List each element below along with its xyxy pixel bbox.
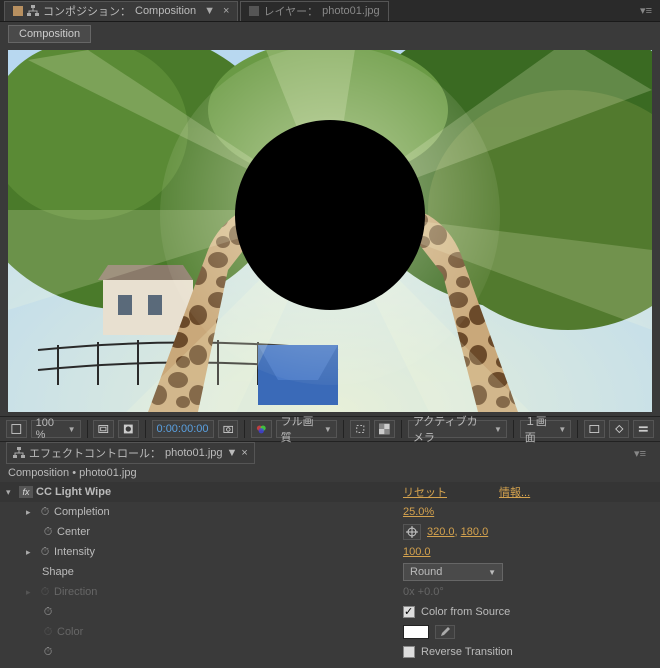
- panel-menu-icon[interactable]: ▾≡: [626, 447, 654, 460]
- color-from-source-label: Color from Source: [421, 606, 510, 618]
- dropdown-arrow-icon: ▼: [68, 425, 76, 434]
- dropdown-arrow-icon[interactable]: ▼: [227, 447, 238, 459]
- panel-menu-icon[interactable]: ▾≡: [632, 4, 660, 17]
- eyedropper-button[interactable]: [435, 625, 455, 639]
- effect-name[interactable]: CC Light Wipe: [36, 486, 111, 498]
- close-icon[interactable]: ×: [241, 447, 247, 459]
- composition-breadcrumb-row: Composition: [0, 22, 660, 46]
- reverse-transition-label: Reverse Transition: [421, 646, 513, 658]
- breadcrumb-chip[interactable]: Composition: [8, 25, 91, 43]
- dropdown-arrow-icon: ▼: [558, 425, 566, 434]
- color-from-source-row: ⏱ Color from Source: [0, 602, 660, 622]
- direction-value: 0x +0.0°: [403, 586, 444, 598]
- stopwatch-icon[interactable]: ⏱: [42, 646, 54, 658]
- composition-viewer[interactable]: [8, 50, 652, 412]
- dropdown-arrow-icon: ▼: [324, 425, 332, 434]
- effect-controls-tab[interactable]: エフェクトコントロール： photo01.jpg ▼ ×: [6, 442, 255, 464]
- snapshot-button[interactable]: [218, 420, 239, 438]
- center-x-value[interactable]: 320.0: [427, 526, 455, 538]
- resolution-value: フル画質: [281, 413, 318, 445]
- composition-color-swatch: [13, 6, 23, 16]
- zoom-value: 100 %: [36, 417, 62, 441]
- fx-badge-icon[interactable]: fx: [19, 486, 33, 498]
- layer-tab-name: photo01.jpg: [322, 5, 380, 17]
- color-swatch[interactable]: [403, 625, 429, 639]
- effect-header-row: ▾ fx CC Light Wipe リセット 情報...: [0, 482, 660, 502]
- color-label: Color: [57, 626, 83, 638]
- preview-image: [8, 50, 652, 412]
- timecode-field[interactable]: 0:00:00:00: [152, 420, 214, 438]
- effects-tab-name: photo01.jpg: [165, 447, 223, 459]
- fast-previews-button[interactable]: [609, 420, 630, 438]
- layer-color-swatch: [249, 6, 259, 16]
- twirl-right-icon: ▸: [26, 587, 36, 598]
- shape-row: Shape Round ▼: [0, 562, 660, 582]
- shape-select[interactable]: Round ▼: [403, 563, 503, 581]
- composition-tab[interactable]: コンポジション： Composition ▼ ×: [4, 1, 238, 21]
- direction-label: Direction: [54, 586, 97, 598]
- center-row: ⏱ Center 320.0, 180.0: [0, 522, 660, 542]
- layer-tab-prefix: レイヤー：: [263, 3, 318, 19]
- reverse-transition-checkbox[interactable]: [403, 646, 415, 658]
- zoom-select[interactable]: 100 % ▼: [31, 420, 81, 438]
- pixel-aspect-button[interactable]: [584, 420, 605, 438]
- close-icon[interactable]: ×: [223, 5, 229, 17]
- viewer-toolbar: 100 %▼ 0:00:00:00 フル画質▼ アクティブカメラ▼ １画面▼: [0, 416, 660, 442]
- camera-select[interactable]: アクティブカメラ▼: [408, 420, 507, 438]
- stopwatch-icon[interactable]: ⏱: [39, 546, 51, 558]
- camera-value: アクティブカメラ: [413, 413, 488, 445]
- composition-tab-prefix: コンポジション：: [43, 3, 131, 19]
- channel-button[interactable]: [251, 420, 272, 438]
- intensity-row: ▸ ⏱ Intensity 100.0: [0, 542, 660, 562]
- dropdown-arrow-icon: ▼: [488, 568, 496, 577]
- center-label: Center: [57, 526, 90, 538]
- center-y-value[interactable]: 180.0: [461, 526, 489, 538]
- resolution-select[interactable]: フル画質▼: [276, 420, 337, 438]
- dropdown-arrow-icon: ▼: [494, 425, 502, 434]
- views-select[interactable]: １画面▼: [520, 420, 572, 438]
- shape-value: Round: [410, 566, 442, 578]
- intensity-label: Intensity: [54, 546, 95, 558]
- flowchart-icon: [13, 447, 25, 459]
- twirl-right-icon[interactable]: ▸: [26, 507, 36, 518]
- stopwatch-icon: ⏱: [42, 626, 54, 638]
- effects-tab-prefix: エフェクトコントロール：: [29, 445, 161, 461]
- completion-row: ▸ ⏱ Completion 25.0%: [0, 502, 660, 522]
- always-preview-button[interactable]: [6, 420, 27, 438]
- completion-label: Completion: [54, 506, 110, 518]
- stopwatch-icon[interactable]: ⏱: [39, 506, 51, 518]
- transparency-grid-button[interactable]: [374, 420, 395, 438]
- timeline-button[interactable]: [633, 420, 654, 438]
- effects-breadcrumb: Composition • photo01.jpg: [0, 464, 660, 482]
- direction-row: ▸ ⏱ Direction 0x +0.0°: [0, 582, 660, 602]
- composition-panel-tab-bar: コンポジション： Composition ▼ × レイヤー： photo01.j…: [0, 0, 660, 22]
- flowchart-icon: [27, 5, 39, 17]
- reset-link[interactable]: リセット: [403, 484, 447, 500]
- twirl-right-icon[interactable]: ▸: [26, 547, 36, 558]
- mask-toggle-button[interactable]: [118, 420, 139, 438]
- intensity-value[interactable]: 100.0: [403, 546, 431, 558]
- stopwatch-icon: ⏱: [39, 586, 51, 598]
- stopwatch-icon[interactable]: ⏱: [42, 526, 54, 538]
- dropdown-arrow-icon[interactable]: ▼: [204, 5, 215, 17]
- twirl-down-icon[interactable]: ▾: [6, 487, 16, 498]
- color-from-source-checkbox[interactable]: [403, 606, 415, 618]
- reverse-transition-row: ⏱ Reverse Transition: [0, 642, 660, 662]
- about-link[interactable]: 情報...: [499, 484, 530, 500]
- effects-panel-tab-bar: エフェクトコントロール： photo01.jpg ▼ × ▾≡: [0, 442, 660, 464]
- completion-value[interactable]: 25.0%: [403, 506, 434, 518]
- safe-zones-button[interactable]: [93, 420, 114, 438]
- shape-label: Shape: [42, 566, 74, 578]
- layer-tab[interactable]: レイヤー： photo01.jpg: [240, 1, 388, 21]
- views-value: １画面: [525, 413, 553, 445]
- composition-tab-name: Composition: [135, 5, 196, 17]
- color-row: ⏱ Color: [0, 622, 660, 642]
- roi-button[interactable]: [350, 420, 371, 438]
- stopwatch-icon[interactable]: ⏱: [42, 606, 54, 618]
- point-picker-button[interactable]: [403, 524, 421, 540]
- timecode-value: 0:00:00:00: [157, 423, 209, 435]
